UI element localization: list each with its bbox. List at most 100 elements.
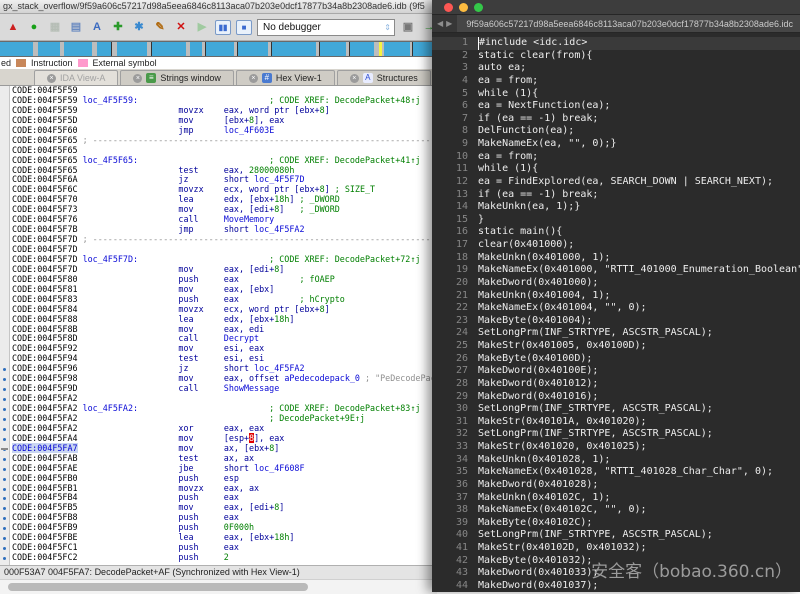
editor-line: 39MakeByte(0x40102C); <box>432 517 800 530</box>
line-text: auto ea; <box>478 62 526 75</box>
forward-arrow-icon[interactable]: ▶ <box>446 19 452 28</box>
attach-icon[interactable]: ▣ <box>400 20 416 35</box>
tab-label: Hex View-1 <box>276 73 322 83</box>
editor-line: 27MakeDword(0x40100E); <box>432 365 800 378</box>
code-editor[interactable]: 1#include <idc.idc>2static clear(from){3… <box>432 33 800 594</box>
line-number: 11 <box>432 163 478 176</box>
line-number: 43 <box>432 567 478 580</box>
editor-file-tab-label: 9f59a606c57217d98a5eea6846c8113aca07b203… <box>466 19 793 29</box>
line-number: 34 <box>432 454 478 467</box>
navband-divider <box>151 42 152 56</box>
editor-line: 9MakeNameEx(ea, "", 0);} <box>432 138 800 151</box>
disassembly-view[interactable]: CODE:004F5F59CODE:004F5F59 loc_4F5F59: ;… <box>0 86 437 565</box>
jump-arrow-dot <box>3 537 6 540</box>
debugger-select-value: No debugger <box>263 22 321 33</box>
line-number: 19 <box>432 264 478 277</box>
editor-line: 14MakeUnkn(ea, 1);} <box>432 201 800 214</box>
tab-close-icon[interactable]: × <box>133 74 142 83</box>
snapshot-icon[interactable]: ✱ <box>131 20 147 35</box>
editor-line: 44MakeDword(0x401037); <box>432 580 800 593</box>
line-text: SetLongPrm(INF_STRTYPE, ASCSTR_PASCAL); <box>478 529 713 542</box>
navband-segment <box>320 42 346 56</box>
line-text: SetLongPrm(INF_STRTYPE, ASCSTR_PASCAL); <box>478 327 713 340</box>
line-text: static clear(from){ <box>478 50 592 63</box>
edit-icon[interactable]: ✎ <box>152 20 168 35</box>
jump-arrow-dot <box>3 478 6 481</box>
line-number: 41 <box>432 542 478 555</box>
names-toolbar-icon[interactable]: A <box>89 20 105 35</box>
strings-toolbar-icon[interactable]: ▤ <box>68 20 84 35</box>
line-number: 21 <box>432 290 478 303</box>
start-process-icon[interactable]: ▶ <box>194 20 210 35</box>
line-number: 3 <box>432 62 478 75</box>
view-tabs: ×IDA View-A×≡Strings window×#Hex View-1×… <box>0 69 437 86</box>
editor-title-bar <box>432 0 800 15</box>
tab-ida-view-a[interactable]: × IDA View-A <box>34 70 118 85</box>
editor-line: 40SetLongPrm(INF_STRTYPE, ASCSTR_PASCAL)… <box>432 529 800 542</box>
delete-icon[interactable]: ✕ <box>173 20 189 35</box>
line-text: MakeDword(0x401000); <box>478 277 598 290</box>
disasm-line[interactable]: CODE:004F5FC2 push 2 <box>12 553 437 563</box>
tab-close-icon[interactable]: × <box>350 74 359 83</box>
legend-swatch-external-symbol <box>78 59 88 67</box>
line-number: 36 <box>432 479 478 492</box>
hex-view-1-icon: # <box>262 73 272 83</box>
close-window-button[interactable] <box>444 3 453 12</box>
abort-icon[interactable]: ▲ <box>5 20 21 35</box>
line-text: MakeNameEx(0x401028, "RTTI_401028_Char_C… <box>478 466 773 479</box>
line-number: 7 <box>432 113 478 126</box>
ida-status-bar: 000F53A7 004F5FA7: DecodePacket+AF (Sync… <box>0 565 437 579</box>
structures-icon: A <box>363 73 373 83</box>
minimize-window-button[interactable] <box>459 3 468 12</box>
color-legend: edInstructionExternal symbol <box>0 57 437 69</box>
line-number: 27 <box>432 365 478 378</box>
open-subview-icon[interactable]: ▦ <box>47 20 63 35</box>
line-number: 38 <box>432 504 478 517</box>
zoom-window-button[interactable] <box>474 3 483 12</box>
line-text: MakeNameEx(0x401000, "RTTI_401000_Enumer… <box>478 264 800 277</box>
navband-segment <box>97 42 111 56</box>
editor-line: 13if (ea == -1) break; <box>432 189 800 202</box>
editor-line: 35MakeNameEx(0x401028, "RTTI_401028_Char… <box>432 466 800 479</box>
tab-close-icon[interactable]: × <box>47 74 56 83</box>
jump-arrows-margin <box>0 86 10 565</box>
stop-process-icon[interactable]: ■ <box>236 20 252 35</box>
line-number: 5 <box>432 88 478 101</box>
add-function-icon[interactable]: ✚ <box>110 20 126 35</box>
editor-line: 31MakeStr(0x40101A, 0x401020); <box>432 416 800 429</box>
line-text: MakeDword(0x401028); <box>478 479 598 492</box>
tab-hex-view-1[interactable]: × # Hex View-1 <box>236 70 335 85</box>
editor-line: 25MakeStr(0x401005, 0x40100D); <box>432 340 800 353</box>
run-indicator-icon[interactable]: ● <box>26 20 42 35</box>
legend-label-instruction: Instruction <box>31 58 73 68</box>
editor-file-tab[interactable]: 9f59a606c57217d98a5eea6846c8113aca07b203… <box>457 15 800 32</box>
editor-line: 15} <box>432 214 800 227</box>
line-text: if (ea == -1) break; <box>478 113 598 126</box>
line-text: SetLongPrm(INF_STRTYPE, ASCSTR_PASCAL); <box>478 428 713 441</box>
jump-arrow-dot <box>3 378 6 381</box>
debugger-select[interactable]: No debugger ⇕ <box>257 19 395 36</box>
tab-strings-window[interactable]: ×≡Strings window <box>120 70 234 85</box>
editor-line: 5while (1){ <box>432 88 800 101</box>
line-text: if (ea == -1) break; <box>478 189 598 202</box>
tab-label: IDA View-A <box>60 73 105 83</box>
pause-process-icon[interactable]: ▮▮ <box>215 20 231 35</box>
disassembly-lines: CODE:004F5F59CODE:004F5F59 loc_4F5F59: ;… <box>10 86 437 565</box>
editor-line: 29MakeDword(0x401016); <box>432 391 800 404</box>
line-text: ea = from; <box>478 151 538 164</box>
line-number: 16 <box>432 226 478 239</box>
ida-toolbar: ▲●▦▤A✚✱✎✕▶▮▮■ No debugger ⇕ ▣→ <box>0 14 437 41</box>
navband-divider <box>271 42 272 56</box>
tab-nav-arrows: ◀ ▶ <box>432 15 457 32</box>
jump-arrow-dot <box>3 458 6 461</box>
line-number: 15 <box>432 214 478 227</box>
navigation-band[interactable] <box>0 41 437 57</box>
tab-structures[interactable]: ×AStructures <box>337 70 431 85</box>
scrollbar-thumb[interactable] <box>8 583 308 591</box>
line-number: 18 <box>432 252 478 265</box>
tab-close-icon[interactable]: × <box>249 74 258 83</box>
line-number: 8 <box>432 125 478 138</box>
back-arrow-icon[interactable]: ◀ <box>437 19 443 28</box>
line-text: MakeUnkn(0x401000, 1); <box>478 252 610 265</box>
line-text: MakeByte(0x401032); <box>478 555 592 568</box>
